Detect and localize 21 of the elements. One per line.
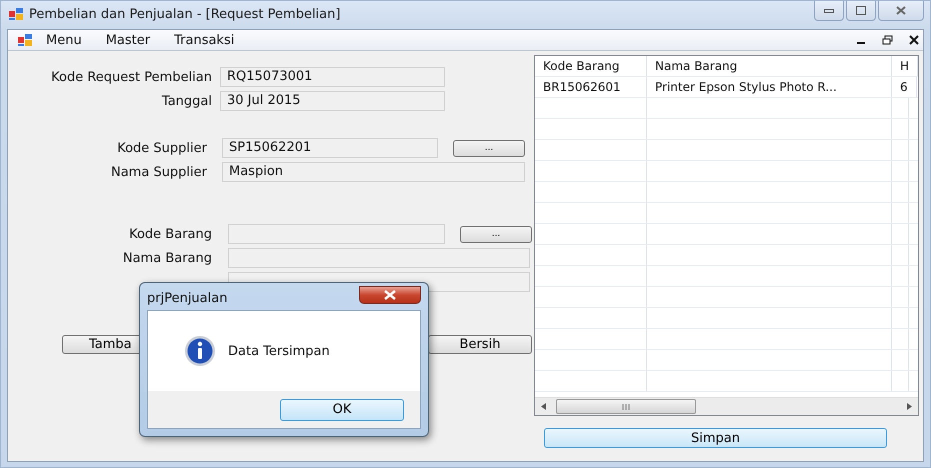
input-field[interactable]: Maspion [222, 162, 525, 182]
dialog-message: Data Tersimpan [228, 344, 330, 358]
input-field[interactable]: RQ15073001 [220, 67, 445, 87]
save-button[interactable]: Simpan [544, 428, 887, 448]
field-label: Kode Barang [128, 226, 212, 242]
window-title: Pembelian dan Penjualan - [Request Pembelian] [29, 6, 340, 22]
menu-item[interactable]: Menu [36, 32, 92, 48]
field-label: Kode Supplier [116, 140, 207, 156]
menu-item[interactable]: Transaksi [164, 32, 244, 48]
browse-button[interactable]: ... [460, 226, 532, 242]
input-field[interactable]: 30 Jul 2015 [220, 91, 445, 111]
browse-button[interactable]: ... [453, 140, 525, 156]
menu-item[interactable]: Master [96, 32, 160, 48]
field-label: Nama Supplier [110, 164, 207, 180]
field-label: Nama Barang [122, 250, 212, 266]
input-field[interactable]: SP15062201 [222, 138, 438, 158]
dialog-title: prjPenjualan [147, 290, 228, 306]
field-label: Tanggal [160, 94, 212, 108]
field-label: Kode Request Pembelian [50, 70, 212, 84]
clear-button[interactable]: Bersih [428, 335, 532, 354]
ok-button[interactable]: OK [280, 398, 404, 420]
